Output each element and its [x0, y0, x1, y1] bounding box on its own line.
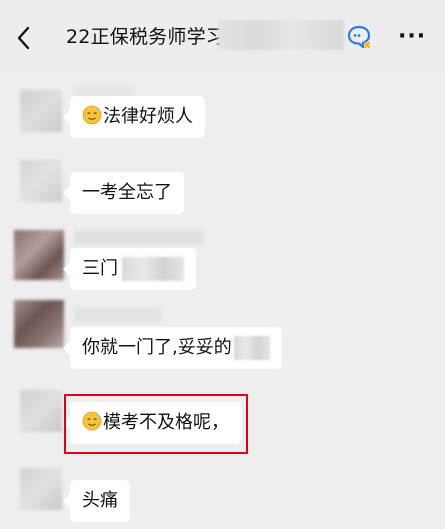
message-bubble[interactable]: 头痛 [63, 480, 130, 522]
text-redaction [122, 257, 184, 281]
message-bubble[interactable]: 三门 [63, 248, 196, 290]
message-text: 三门 [82, 258, 118, 279]
message-row: 一考全忘了 [0, 152, 445, 224]
message-row: 三门 [0, 222, 445, 294]
chat-title: 22正保税务师学习 [66, 26, 225, 48]
message-bubble[interactable]: 你就一门了,妥妥的 [63, 327, 282, 369]
message-text: 头痛 [82, 490, 118, 511]
message-bubble[interactable]: 一考全忘了 [63, 172, 184, 214]
avatar[interactable] [20, 90, 62, 132]
sender-name-redaction [74, 308, 162, 322]
avatar[interactable] [20, 468, 62, 510]
chat-bubble-icon[interactable] [346, 24, 372, 50]
message-text: 一考全忘了 [82, 182, 172, 203]
message-text: 法律好烦人 [103, 106, 193, 127]
avatar[interactable] [14, 300, 64, 348]
avatar[interactable] [20, 160, 62, 202]
avatar[interactable] [14, 230, 64, 280]
sweat-smile-emoji-icon [82, 105, 102, 125]
chevron-left-icon[interactable] [14, 24, 34, 52]
message-row: 法律好烦人 [0, 82, 445, 154]
message-row: 你就一门了,妥妥的 [0, 300, 445, 372]
highlight-box [64, 394, 248, 454]
more-options-button[interactable]: ··· [398, 24, 426, 49]
avatar[interactable] [20, 390, 62, 432]
message-bubble[interactable]: 法律好烦人 [63, 96, 205, 138]
title-redaction [218, 20, 344, 50]
message-row: 头痛 [0, 462, 445, 529]
text-redaction [233, 336, 270, 360]
message-text: 你就一门了,妥妥的 [82, 337, 232, 358]
sender-name-redaction [74, 230, 204, 244]
chat-header: 22正保税务师学习 ··· [0, 0, 445, 72]
